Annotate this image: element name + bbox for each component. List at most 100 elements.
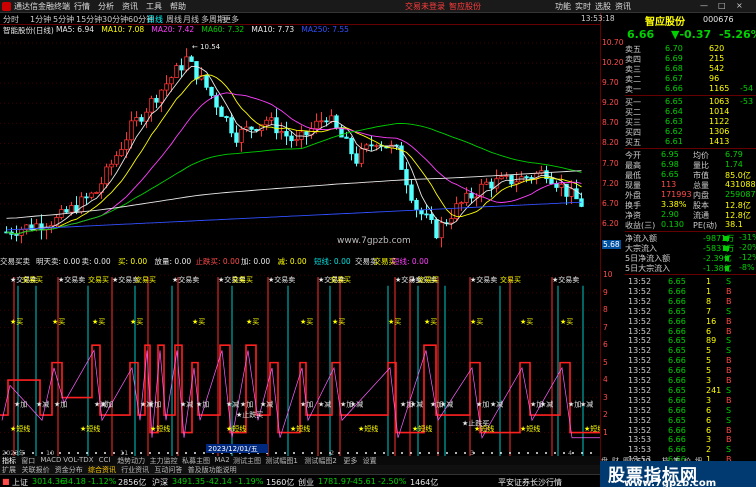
sz-label[interactable]: 沪深 bbox=[152, 477, 168, 487]
indicator-y-tick: 3 bbox=[603, 392, 608, 402]
flow-bar bbox=[725, 266, 729, 271]
flow-bar bbox=[723, 246, 729, 251]
menu-tools[interactable]: 工具 bbox=[146, 1, 162, 12]
indicator-y-tick: 2 bbox=[603, 410, 608, 420]
ad-banner[interactable]: 股票指标网 www.7gpzb.com bbox=[600, 461, 756, 487]
candle-body bbox=[129, 120, 134, 141]
add-label: ★加 bbox=[196, 399, 209, 408]
candle-body bbox=[404, 169, 409, 186]
period-tab[interactable]: 1分钟 bbox=[30, 14, 51, 25]
tick-bs: S bbox=[726, 415, 732, 425]
indicator-name[interactable]: 交易买卖 bbox=[0, 257, 30, 266]
menu-info[interactable]: 资讯 bbox=[615, 1, 631, 12]
candle-body bbox=[229, 117, 234, 134]
signal-dot bbox=[545, 452, 547, 454]
period-tab[interactable]: 多周期 bbox=[201, 14, 225, 25]
menu-market[interactable]: 行情 bbox=[74, 1, 90, 12]
period-tab[interactable]: 分时 bbox=[3, 14, 19, 25]
tick-price: 6.65 bbox=[668, 346, 686, 356]
menu-realtime[interactable]: 实时 bbox=[575, 1, 591, 12]
stat-row-cell: 2.90 bbox=[661, 210, 679, 219]
candle-body bbox=[329, 115, 334, 123]
candle-body bbox=[484, 181, 489, 185]
candle-body bbox=[224, 116, 229, 119]
tick-price: 6.65 bbox=[668, 385, 686, 395]
indicator-chart[interactable]: ★交易卖 ★交易卖 ★交易卖 ★交易卖 ★交易卖 ★交易卖 ★交易卖 ★交易卖★交易卖 ★交易卖… bbox=[0, 266, 600, 456]
period-tab[interactable]: 5分钟 bbox=[53, 14, 74, 25]
signal-dot bbox=[104, 452, 106, 454]
buy-signal-label: 交易买 bbox=[330, 275, 351, 284]
signal-dot bbox=[581, 452, 583, 454]
reduce-label: ★减 bbox=[490, 399, 503, 408]
period-tab-more[interactable]: 更多 bbox=[223, 14, 239, 25]
tick-bs: S bbox=[726, 405, 732, 415]
cy-label[interactable]: 创业 bbox=[298, 477, 314, 487]
tick-price: 6.65 bbox=[668, 306, 686, 316]
tick-vol: 3 bbox=[706, 376, 712, 385]
candle-body bbox=[69, 205, 74, 213]
candle-body bbox=[439, 222, 444, 239]
reduce-label: ★减 bbox=[350, 399, 363, 408]
menu-analysis[interactable]: 分析 bbox=[98, 1, 114, 12]
stat-row-cell: PE(动) bbox=[693, 221, 718, 230]
signal-dot bbox=[356, 452, 358, 454]
indicator-y-tick: 10 bbox=[603, 270, 613, 280]
buy-star-label: ★买 bbox=[10, 318, 23, 326]
candle-body bbox=[219, 106, 224, 117]
title-bar: 通达信金融终端 行情 分析 资讯 工具 帮助 交易未登录 智应股份 功能 实时 … bbox=[0, 0, 756, 13]
close-icon[interactable]: × bbox=[736, 1, 743, 10]
buy-star-label: ★买 bbox=[192, 318, 205, 326]
period-tab-daily[interactable]: 日线 bbox=[147, 14, 163, 25]
minimize-icon[interactable]: — bbox=[700, 1, 708, 10]
indicator-tab[interactable]: CCI bbox=[99, 456, 111, 464]
indicator-tab[interactable]: MACD bbox=[40, 456, 61, 464]
reduce-label: ★减 bbox=[94, 399, 107, 408]
candle-body bbox=[264, 119, 269, 126]
sh-label[interactable]: 上证 bbox=[12, 477, 28, 487]
indicator-tab[interactable]: VOL-TDX bbox=[63, 456, 93, 464]
signal-dot bbox=[482, 452, 484, 454]
broker-label[interactable]: 平安证券长沙行情 bbox=[498, 477, 562, 487]
flow-bar bbox=[723, 236, 729, 241]
tick-time: 13:52 bbox=[628, 366, 652, 376]
period-tab[interactable]: 月线 bbox=[183, 14, 199, 25]
maximize-icon[interactable]: □ bbox=[718, 1, 726, 10]
indicator-y-tick: 1 bbox=[603, 427, 608, 437]
divider bbox=[625, 274, 756, 275]
candle-body bbox=[289, 135, 294, 142]
high-annotation: ← 10.54 bbox=[192, 43, 221, 51]
indicator-tab[interactable]: MA2 bbox=[214, 456, 229, 464]
menu-help[interactable]: 帮助 bbox=[170, 1, 186, 12]
ma-value: MA5: 6.94 bbox=[56, 25, 94, 34]
tick-time: 13:52 bbox=[628, 306, 652, 316]
signal-dot bbox=[590, 452, 592, 454]
tick-vol: 3 bbox=[706, 395, 712, 405]
menu-news[interactable]: 资讯 bbox=[122, 1, 138, 12]
candle-body bbox=[559, 183, 564, 188]
signal-dot bbox=[194, 452, 196, 454]
tick-time: 13:53 bbox=[628, 435, 652, 445]
period-tab[interactable]: 30分钟 bbox=[102, 14, 128, 25]
tick-time: 13:52 bbox=[628, 405, 652, 415]
bid-row-cell: 6.63 bbox=[665, 117, 683, 126]
ma-value: MA20: 7.42 bbox=[151, 25, 195, 34]
reduce-label: ★减 bbox=[260, 399, 273, 408]
candlestick-chart[interactable]: ← 10.54 bbox=[0, 35, 600, 254]
ask-row-cell: 6.68 bbox=[665, 64, 683, 73]
period-tab[interactable]: 15分钟 bbox=[76, 14, 102, 25]
signal-dot bbox=[455, 452, 457, 454]
time-axis-label: 11 bbox=[120, 449, 128, 456]
flow-bar bbox=[725, 256, 729, 261]
tick-vol: 5 bbox=[706, 366, 712, 376]
signal-dot bbox=[437, 452, 439, 454]
signal-dot bbox=[419, 452, 421, 454]
trade-login-link[interactable]: 交易未登录 bbox=[405, 1, 445, 12]
tick-vol: 1 bbox=[706, 286, 712, 296]
buy-star-label: ★买 bbox=[388, 318, 401, 326]
ask-row-cell: 卖一 bbox=[625, 85, 641, 94]
period-tab[interactable]: 周线 bbox=[166, 14, 182, 25]
menu-screen[interactable]: 选股 bbox=[595, 1, 611, 12]
menu-function[interactable]: 功能 bbox=[555, 1, 571, 12]
cy-pct: -2.50% bbox=[378, 477, 407, 486]
signal-dot bbox=[374, 452, 376, 454]
